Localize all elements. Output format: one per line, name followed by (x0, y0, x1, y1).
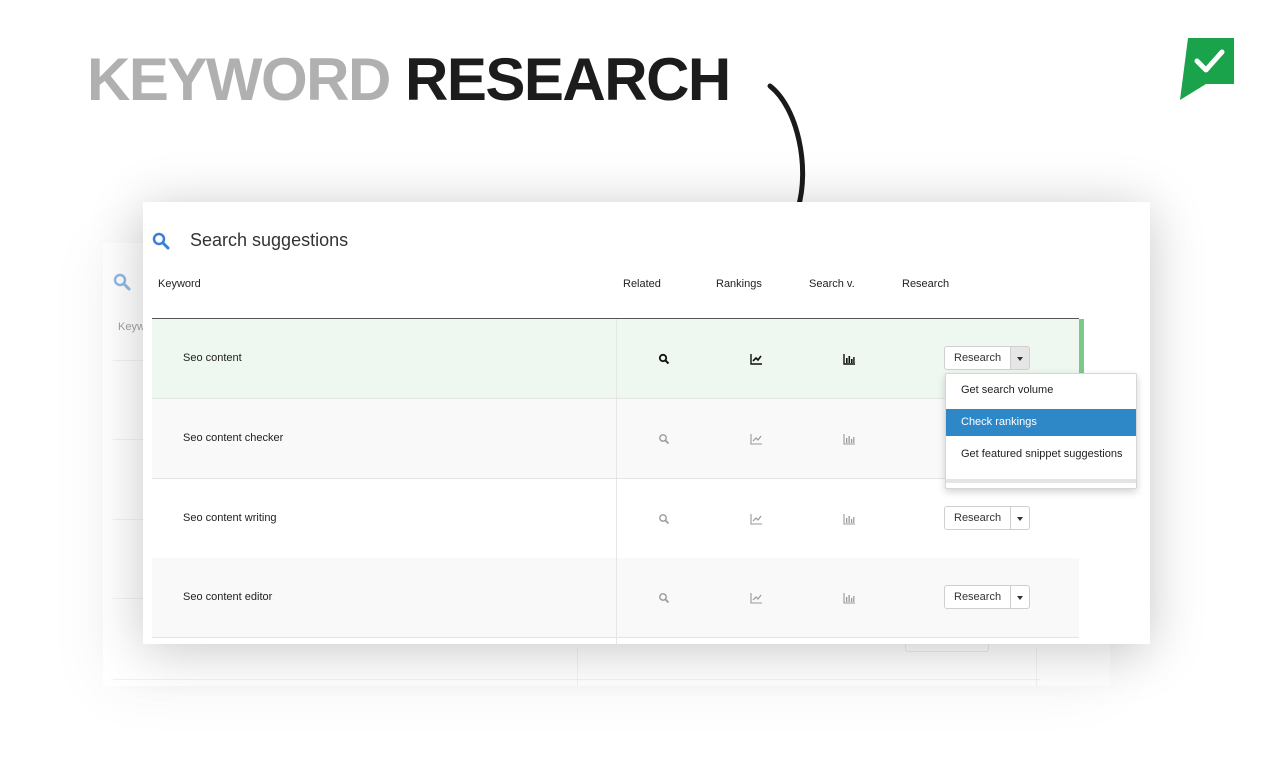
research-button[interactable]: Research (944, 346, 1012, 370)
bar-chart-icon[interactable] (843, 592, 855, 604)
keyword-cell: Seo content editor (183, 591, 273, 603)
table-row[interactable]: Seo content checker (152, 399, 1079, 479)
divider (616, 399, 617, 478)
table-row[interactable]: Seo content Research (152, 319, 1084, 399)
research-button-group: Research (944, 346, 1031, 370)
column-header-keyword: Keyword (158, 278, 201, 290)
research-dropdown-menu: Get search volume Check rankings Get fea… (945, 373, 1137, 489)
divider (616, 638, 617, 644)
menu-scrollbar[interactable] (946, 479, 1136, 483)
search-icon[interactable] (658, 592, 670, 604)
research-dropdown-toggle[interactable] (1011, 346, 1031, 370)
research-button-group: Research (944, 585, 1031, 609)
bar-chart-icon[interactable] (843, 353, 855, 365)
line-chart-icon[interactable] (750, 592, 762, 604)
menu-item-get-search-volume[interactable]: Get search volume (946, 377, 1136, 404)
caret-down-icon (1017, 517, 1024, 521)
menu-item-check-rankings[interactable]: Check rankings (946, 409, 1136, 436)
table-row[interactable]: Seo content writing Research (152, 479, 1079, 559)
checkmark-logo-icon (1180, 38, 1234, 100)
background-column-label: Keyw (118, 321, 145, 333)
page-headline: KEYWORD RESEARCH (87, 45, 731, 115)
search-icon[interactable] (658, 353, 670, 365)
research-button-group: Research (944, 506, 1031, 530)
bar-chart-icon[interactable] (843, 433, 855, 445)
research-button[interactable]: Research (944, 506, 1012, 530)
column-header-related: Related (623, 278, 661, 290)
research-dropdown-toggle[interactable] (1011, 506, 1031, 530)
search-icon (152, 232, 170, 250)
menu-item-get-featured-snippet-suggestions[interactable]: Get featured snippet suggestions (946, 441, 1136, 468)
keyword-cell: Seo content (183, 352, 242, 364)
headline-word-research: RESEARCH (405, 46, 731, 113)
divider (616, 479, 617, 558)
divider (577, 648, 578, 686)
line-chart-icon[interactable] (750, 513, 762, 525)
caret-down-icon (1017, 357, 1024, 361)
search-suggestions-panel: Search suggestions Keyword Related Ranki… (143, 202, 1150, 644)
headline-word-keyword: KEYWORD (87, 46, 391, 113)
research-dropdown-toggle[interactable] (1011, 585, 1031, 609)
bar-chart-icon[interactable] (843, 513, 855, 525)
keyword-cell: Seo content checker (183, 432, 284, 444)
search-icon (113, 273, 131, 291)
keyword-cell: Seo content writing (183, 512, 277, 524)
table-row[interactable]: Seo content editor Research (152, 558, 1079, 638)
divider (616, 558, 617, 637)
column-header-research: Research (902, 278, 950, 290)
divider (616, 319, 617, 398)
search-icon[interactable] (658, 513, 670, 525)
caret-down-icon (1017, 596, 1024, 600)
table-row (152, 638, 1079, 644)
search-icon[interactable] (658, 433, 670, 445)
column-header-rankings: Rankings (716, 278, 762, 290)
column-header-search-volume: Search v. (809, 278, 855, 290)
line-chart-icon[interactable] (750, 433, 762, 445)
research-button[interactable]: Research (944, 585, 1012, 609)
line-chart-icon[interactable] (750, 353, 762, 365)
divider (1036, 648, 1037, 686)
panel-title: Search suggestions (190, 230, 349, 250)
